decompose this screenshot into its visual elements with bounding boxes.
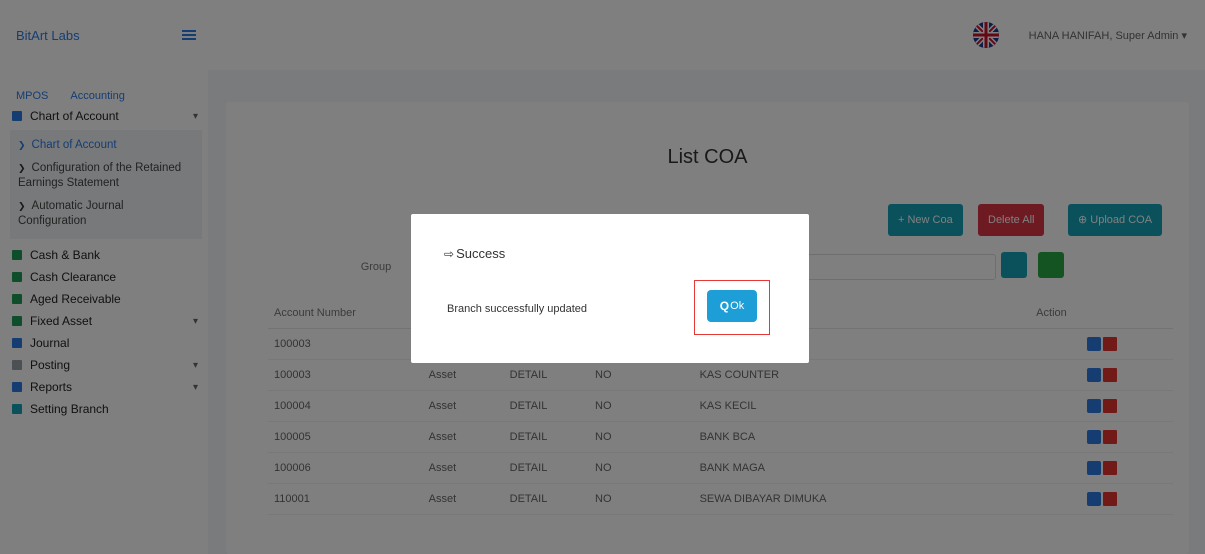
search-icon: Q — [719, 299, 730, 313]
success-modal: ⇨ Success Branch successfully updated Q … — [411, 214, 809, 363]
highlight-box: Q Ok — [694, 280, 770, 335]
modal-message: Branch successfully updated — [447, 303, 588, 315]
ok-button[interactable]: Q Ok — [707, 290, 757, 322]
modal-title: ⇨ Success — [444, 246, 506, 261]
sign-in-icon: ⇨ — [444, 246, 455, 261]
